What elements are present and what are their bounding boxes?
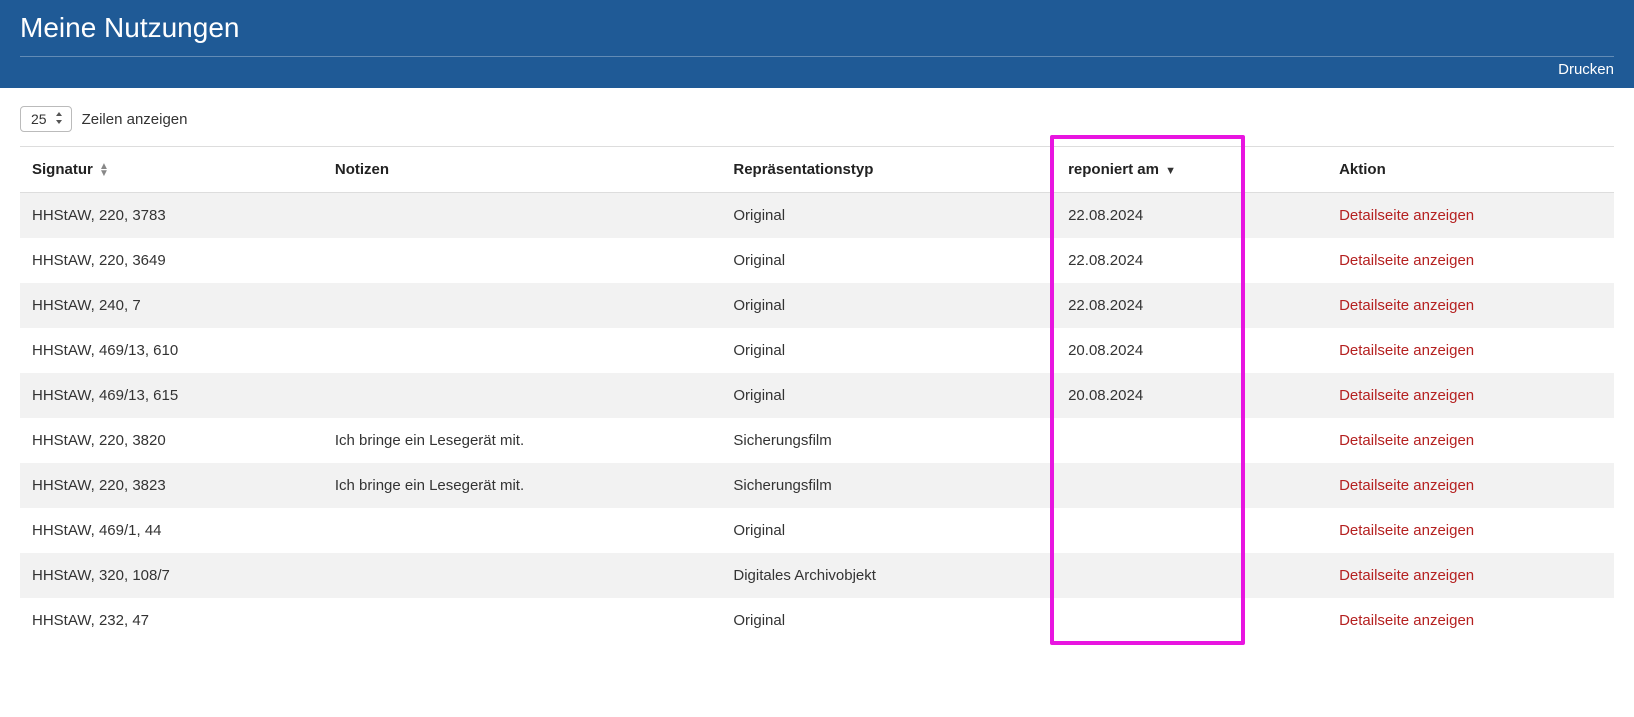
col-repraesentationstyp[interactable]: Repräsentationstyp bbox=[721, 147, 1056, 193]
cell-notizen bbox=[323, 328, 722, 373]
cell-reponiert-am bbox=[1056, 553, 1327, 598]
col-signatur-label: Signatur bbox=[32, 161, 93, 178]
table-row: HHStAW, 469/13, 615 Original20.08.2024 Det… bbox=[20, 373, 1614, 418]
table-row: HHStAW, 469/1, 44 Original Detailseite anz… bbox=[20, 508, 1614, 553]
cell-signatur: HHStAW, 469/13, 615 bbox=[20, 373, 323, 418]
table-row: HHStAW, 220, 3783 Original22.08.2024 Detai… bbox=[20, 193, 1614, 239]
col-notizen-label: Notizen bbox=[335, 161, 389, 178]
detail-link[interactable]: Detailseite anzeigen bbox=[1339, 567, 1474, 584]
col-repraesentationstyp-label: Repräsentationstyp bbox=[733, 161, 873, 178]
cell-reponiert-am: 22.08.2024 bbox=[1056, 193, 1327, 239]
detail-link[interactable]: Detailseite anzeigen bbox=[1339, 252, 1474, 269]
table-header-row: Signatur ▲▼ Notizen Repräsentationstyp r… bbox=[20, 147, 1614, 193]
cell-aktion: Detailseite anzeigen bbox=[1327, 463, 1614, 508]
cell-notizen bbox=[323, 193, 722, 239]
cell-notizen bbox=[323, 373, 722, 418]
cell-aktion: Detailseite anzeigen bbox=[1327, 418, 1614, 463]
cell-signatur: HHStAW, 220, 3823 bbox=[20, 463, 323, 508]
cell-repraesentationstyp: Sicherungsfilm bbox=[721, 418, 1056, 463]
detail-link[interactable]: Detailseite anzeigen bbox=[1339, 432, 1474, 449]
cell-notizen: Ich bringe ein Lesegerät mit. bbox=[323, 418, 722, 463]
cell-signatur: HHStAW, 220, 3820 bbox=[20, 418, 323, 463]
col-reponiert-am[interactable]: reponiert am ▼ bbox=[1056, 147, 1327, 193]
cell-notizen bbox=[323, 598, 722, 643]
cell-repraesentationstyp: Sicherungsfilm bbox=[721, 463, 1056, 508]
table-row: HHStAW, 320, 108/7 Digitales Archivobjekt… bbox=[20, 553, 1614, 598]
cell-repraesentationstyp: Digitales Archivobjekt bbox=[721, 553, 1056, 598]
cell-notizen bbox=[323, 553, 722, 598]
table-row: HHStAW, 240, 7 Original22.08.2024 Detailse… bbox=[20, 283, 1614, 328]
cell-signatur: HHStAW, 320, 108/7 bbox=[20, 553, 323, 598]
detail-link[interactable]: Detailseite anzeigen bbox=[1339, 522, 1474, 539]
cell-notizen bbox=[323, 508, 722, 553]
cell-aktion: Detailseite anzeigen bbox=[1327, 598, 1614, 643]
detail-link[interactable]: Detailseite anzeigen bbox=[1339, 477, 1474, 494]
cell-aktion: Detailseite anzeigen bbox=[1327, 373, 1614, 418]
cell-repraesentationstyp: Original bbox=[721, 598, 1056, 643]
cell-aktion: Detailseite anzeigen bbox=[1327, 553, 1614, 598]
rows-per-page-label: Zeilen anzeigen bbox=[82, 111, 188, 128]
col-aktion: Aktion bbox=[1327, 147, 1614, 193]
detail-link[interactable]: Detailseite anzeigen bbox=[1339, 297, 1474, 314]
cell-aktion: Detailseite anzeigen bbox=[1327, 193, 1614, 239]
sort-desc-icon: ▼ bbox=[1165, 165, 1176, 177]
table-row: HHStAW, 232, 47 Original Detailseite anzei… bbox=[20, 598, 1614, 643]
cell-signatur: HHStAW, 220, 3649 bbox=[20, 238, 323, 283]
cell-signatur: HHStAW, 469/1, 44 bbox=[20, 508, 323, 553]
cell-repraesentationstyp: Original bbox=[721, 238, 1056, 283]
col-reponiert-am-label: reponiert am bbox=[1068, 161, 1159, 178]
page-header: Meine Nutzungen Drucken bbox=[0, 0, 1634, 88]
print-link[interactable]: Drucken bbox=[1558, 61, 1614, 78]
table-wrapper: Signatur ▲▼ Notizen Repräsentationstyp r… bbox=[20, 146, 1614, 643]
cell-notizen bbox=[323, 283, 722, 328]
table-row: HHStAW, 469/13, 610 Original20.08.2024 Det… bbox=[20, 328, 1614, 373]
cell-reponiert-am bbox=[1056, 418, 1327, 463]
cell-reponiert-am: 22.08.2024 bbox=[1056, 283, 1327, 328]
content-area: 25 Zeilen anzeigen Signatur ▲▼ Notizen bbox=[0, 88, 1634, 643]
cell-repraesentationstyp: Original bbox=[721, 328, 1056, 373]
cell-aktion: Detailseite anzeigen bbox=[1327, 328, 1614, 373]
cell-repraesentationstyp: Original bbox=[721, 508, 1056, 553]
cell-aktion: Detailseite anzeigen bbox=[1327, 508, 1614, 553]
col-signatur[interactable]: Signatur ▲▼ bbox=[20, 147, 323, 193]
cell-reponiert-am bbox=[1056, 508, 1327, 553]
header-divider bbox=[20, 56, 1614, 57]
rows-per-page-control: 25 Zeilen anzeigen bbox=[20, 106, 1614, 132]
usages-table: Signatur ▲▼ Notizen Repräsentationstyp r… bbox=[20, 146, 1614, 643]
select-caret-icon bbox=[55, 112, 63, 127]
cell-reponiert-am bbox=[1056, 598, 1327, 643]
detail-link[interactable]: Detailseite anzeigen bbox=[1339, 342, 1474, 359]
sort-both-icon: ▲▼ bbox=[99, 163, 109, 177]
cell-aktion: Detailseite anzeigen bbox=[1327, 283, 1614, 328]
cell-reponiert-am: 22.08.2024 bbox=[1056, 238, 1327, 283]
detail-link[interactable]: Detailseite anzeigen bbox=[1339, 612, 1474, 629]
cell-notizen bbox=[323, 238, 722, 283]
table-row: HHStAW, 220, 3649 Original22.08.2024 Detai… bbox=[20, 238, 1614, 283]
cell-repraesentationstyp: Original bbox=[721, 373, 1056, 418]
page-title: Meine Nutzungen bbox=[20, 12, 1614, 44]
cell-signatur: HHStAW, 240, 7 bbox=[20, 283, 323, 328]
table-row: HHStAW, 220, 3820Ich bringe ein Lesegerä… bbox=[20, 418, 1614, 463]
rows-per-page-value: 25 bbox=[31, 111, 47, 127]
cell-signatur: HHStAW, 220, 3783 bbox=[20, 193, 323, 239]
cell-aktion: Detailseite anzeigen bbox=[1327, 238, 1614, 283]
detail-link[interactable]: Detailseite anzeigen bbox=[1339, 207, 1474, 224]
cell-signatur: HHStAW, 232, 47 bbox=[20, 598, 323, 643]
cell-reponiert-am: 20.08.2024 bbox=[1056, 328, 1327, 373]
cell-notizen: Ich bringe ein Lesegerät mit. bbox=[323, 463, 722, 508]
cell-reponiert-am bbox=[1056, 463, 1327, 508]
rows-per-page-select[interactable]: 25 bbox=[20, 106, 72, 132]
col-notizen[interactable]: Notizen bbox=[323, 147, 722, 193]
cell-repraesentationstyp: Original bbox=[721, 283, 1056, 328]
table-row: HHStAW, 220, 3823Ich bringe ein Lesegerä… bbox=[20, 463, 1614, 508]
col-aktion-label: Aktion bbox=[1339, 161, 1386, 178]
detail-link[interactable]: Detailseite anzeigen bbox=[1339, 387, 1474, 404]
cell-signatur: HHStAW, 469/13, 610 bbox=[20, 328, 323, 373]
table-body: HHStAW, 220, 3783Original22.08.2024Detai… bbox=[20, 193, 1614, 644]
cell-reponiert-am: 20.08.2024 bbox=[1056, 373, 1327, 418]
cell-repraesentationstyp: Original bbox=[721, 193, 1056, 239]
